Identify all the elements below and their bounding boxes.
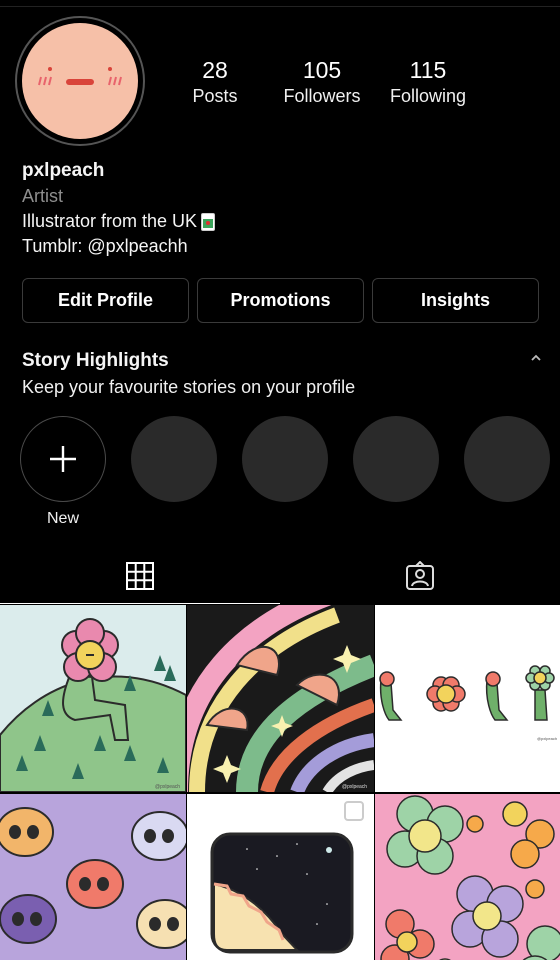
plus-icon xyxy=(50,446,76,472)
story-highlights-subtitle: Keep your favourite stories on your prof… xyxy=(22,377,356,397)
chevron-up-icon[interactable] xyxy=(530,352,542,364)
bio-line-1: Illustrator from the UK xyxy=(22,209,216,234)
grid-icon xyxy=(126,562,154,590)
flower-person-illustration-icon: @pxlpeach xyxy=(0,605,186,792)
posts-label: Posts xyxy=(192,86,238,106)
new-highlight-circle[interactable] xyxy=(20,416,106,502)
juice-box-emoji-icon xyxy=(201,212,216,231)
skulls-illustration-icon xyxy=(0,794,186,960)
new-highlight-label: New xyxy=(46,510,79,527)
posts-count: 28 xyxy=(202,57,228,83)
new-highlight[interactable]: New xyxy=(20,416,106,528)
promotions-button[interactable]: Promotions xyxy=(197,278,364,323)
profile-bio: pxlpeach Artist Illustrator from the UK … xyxy=(22,158,216,259)
story-highlights-title: Story Highlights xyxy=(22,350,169,371)
followers-stat[interactable]: 105 Followers xyxy=(268,56,376,108)
tab-tagged[interactable] xyxy=(280,548,560,604)
posts-grid: @pxlpeach @pxlpeach @pxlpeach xyxy=(0,605,560,960)
highlight-placeholder-circle xyxy=(131,416,217,502)
post-watermark: @pxlpeach xyxy=(155,784,180,790)
flowers-pattern-illustration-icon xyxy=(375,794,560,960)
post-thumbnail[interactable] xyxy=(187,794,374,960)
profile-username: pxlpeach xyxy=(22,160,105,181)
edit-profile-button[interactable]: Edit Profile xyxy=(22,278,189,323)
flower-characters-illustration-icon: @pxlpeach xyxy=(375,605,560,792)
tagged-person-icon xyxy=(406,561,434,590)
highlight-placeholder-circle xyxy=(242,416,328,502)
avatar-face-icon xyxy=(22,23,138,139)
profile-avatar[interactable] xyxy=(15,16,145,146)
highlight-placeholder xyxy=(131,416,217,528)
following-stat[interactable]: 115 Following xyxy=(378,56,478,108)
post-watermark: @pxlpeach xyxy=(537,736,557,741)
profile-category: Artist xyxy=(22,186,64,206)
post-thumbnail[interactable]: @pxlpeach xyxy=(0,605,186,792)
profile-tabs xyxy=(0,548,560,604)
post-thumbnail[interactable] xyxy=(375,794,560,960)
post-watermark: @pxlpeach xyxy=(342,784,367,790)
story-highlights-row: New xyxy=(20,416,550,528)
bio-line-2-text: Tumblr: @pxlpeachh xyxy=(22,236,188,256)
profile-stats: 28 Posts 105 Followers 115 Following xyxy=(180,56,478,108)
profile-actions: Edit Profile Promotions Insights xyxy=(22,278,539,323)
highlight-placeholder xyxy=(353,416,439,528)
story-highlights-header[interactable]: Story Highlights Keep your favourite sto… xyxy=(22,348,542,400)
following-label: Following xyxy=(389,86,467,106)
highlight-placeholder-circle xyxy=(464,416,550,502)
post-thumbnail[interactable] xyxy=(0,794,186,960)
posts-stat: 28 Posts xyxy=(180,56,250,108)
followers-label: Followers xyxy=(283,86,361,106)
mushroom-rainbow-illustration-icon: @pxlpeach xyxy=(187,605,374,792)
post-thumbnail[interactable]: @pxlpeach xyxy=(187,605,374,792)
tab-posts-grid[interactable] xyxy=(0,548,280,604)
followers-count: 105 xyxy=(302,57,342,83)
highlight-placeholder xyxy=(242,416,328,528)
insights-button[interactable]: Insights xyxy=(372,278,539,323)
highlight-placeholder-circle xyxy=(353,416,439,502)
bio-line-2[interactable]: Tumblr: @pxlpeachh xyxy=(22,234,215,259)
highlight-placeholder xyxy=(464,416,550,528)
post-thumbnail[interactable]: @pxlpeach xyxy=(375,605,560,792)
following-count: 115 xyxy=(409,57,447,83)
night-sky-window-illustration-icon xyxy=(187,794,374,960)
top-divider xyxy=(0,6,560,7)
bio-line-1-text: Illustrator from the UK xyxy=(22,211,198,231)
